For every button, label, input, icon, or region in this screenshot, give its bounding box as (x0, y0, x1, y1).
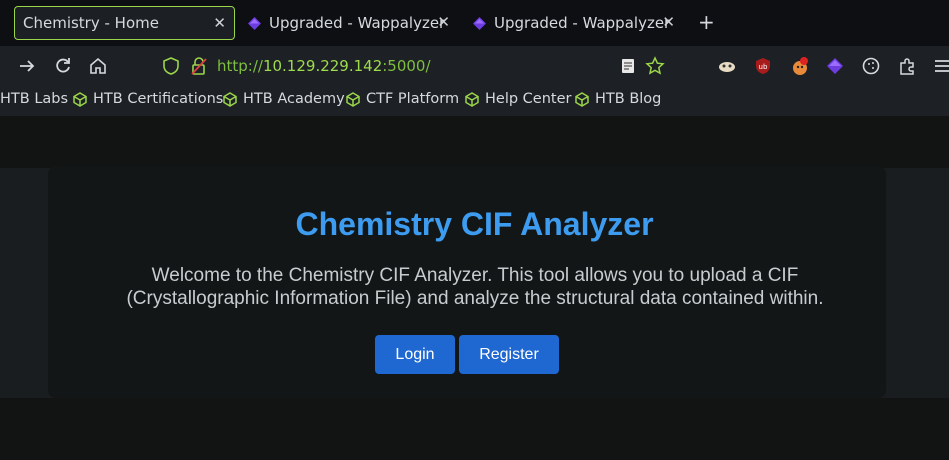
url-scheme: http:// (217, 57, 263, 75)
tab-strip: Chemistry - Home ✕ Upgraded - Wappalyzer… (0, 0, 949, 46)
home-icon[interactable] (88, 56, 108, 76)
forward-icon[interactable] (17, 56, 37, 76)
foxyproxy-icon[interactable] (790, 56, 810, 76)
bookmark-label: CTF Platform (366, 91, 460, 107)
navigation-toolbar: http://10.129.229.142:5000/ ub (0, 46, 949, 86)
htb-cube-icon (223, 91, 237, 107)
tab-wappalyzer-1[interactable]: Upgraded - Wappalyzer ✕ (246, 6, 460, 40)
htb-cube-icon (465, 91, 479, 107)
htb-cube-icon (346, 91, 360, 107)
description-line: Welcome to the Chemistry CIF Analyzer. T… (151, 265, 799, 286)
cookie-icon[interactable] (861, 56, 881, 76)
bookmark-help-center[interactable]: Help Center (465, 91, 571, 107)
tab-label: Upgraded - Wappalyzer (494, 14, 671, 32)
close-tab-icon[interactable]: ✕ (662, 13, 675, 31)
bookmarks-toolbar: HTB Labs HTB Certifications HTB Academy … (0, 86, 949, 116)
wappalyzer-extension-icon[interactable] (825, 56, 845, 76)
bookmark-htb-blog[interactable]: HTB Blog (575, 91, 661, 107)
bookmark-label: HTB Blog (595, 91, 662, 107)
description-line: (Crystallographic Information File) and … (126, 288, 824, 309)
register-button[interactable]: Register (459, 335, 559, 374)
page-description: Welcome to the Chemistry CIF Analyzer. T… (90, 264, 860, 310)
ublock-icon[interactable]: ub (753, 56, 773, 76)
new-tab-button[interactable]: + (698, 10, 715, 34)
tab-chemistry-home[interactable]: Chemistry - Home ✕ (14, 6, 235, 40)
bookmark-htb-academy[interactable]: HTB Academy (223, 91, 345, 107)
bookmark-star-icon[interactable] (645, 56, 665, 76)
url-port: :5000/ (382, 57, 431, 75)
htb-cube-icon (73, 91, 87, 107)
bookmark-label: HTB Academy (243, 91, 345, 107)
tab-label: Upgraded - Wappalyzer (269, 14, 446, 32)
menu-icon[interactable] (932, 56, 949, 76)
url-bar[interactable]: http://10.129.229.142:5000/ (217, 56, 431, 76)
tab-label: Chemistry - Home (23, 14, 159, 32)
bookmark-htb-certifications[interactable]: HTB Certifications (73, 91, 223, 107)
insecure-lock-icon[interactable] (189, 56, 209, 76)
htb-cube-icon (575, 91, 589, 107)
svg-text:ub: ub (759, 63, 768, 71)
reader-mode-icon[interactable] (618, 56, 638, 76)
shield-icon[interactable] (161, 56, 181, 76)
url-host: 10.129.229.142 (262, 57, 383, 75)
page-title: Chemistry CIF Analyzer (295, 206, 654, 242)
cookie-extension-icon[interactable] (717, 56, 737, 76)
bookmark-label: HTB Certifications (93, 91, 224, 107)
wappalyzer-icon (248, 16, 261, 30)
login-button[interactable]: Login (375, 335, 455, 374)
bookmark-label: HTB Labs (0, 91, 69, 107)
puzzle-icon[interactable] (897, 56, 917, 76)
bookmark-htb-labs[interactable]: HTB Labs (0, 91, 68, 107)
wappalyzer-icon (473, 16, 486, 30)
tab-wappalyzer-2[interactable]: Upgraded - Wappalyzer ✕ (471, 6, 685, 40)
reload-icon[interactable] (53, 56, 73, 76)
close-tab-icon[interactable]: ✕ (213, 14, 226, 32)
close-tab-icon[interactable]: ✕ (437, 13, 450, 31)
bookmark-label: Help Center (485, 91, 572, 107)
bookmark-ctf-platform[interactable]: CTF Platform (346, 91, 459, 107)
page-content: Chemistry CIF Analyzer Welcome to the Ch… (0, 116, 949, 460)
